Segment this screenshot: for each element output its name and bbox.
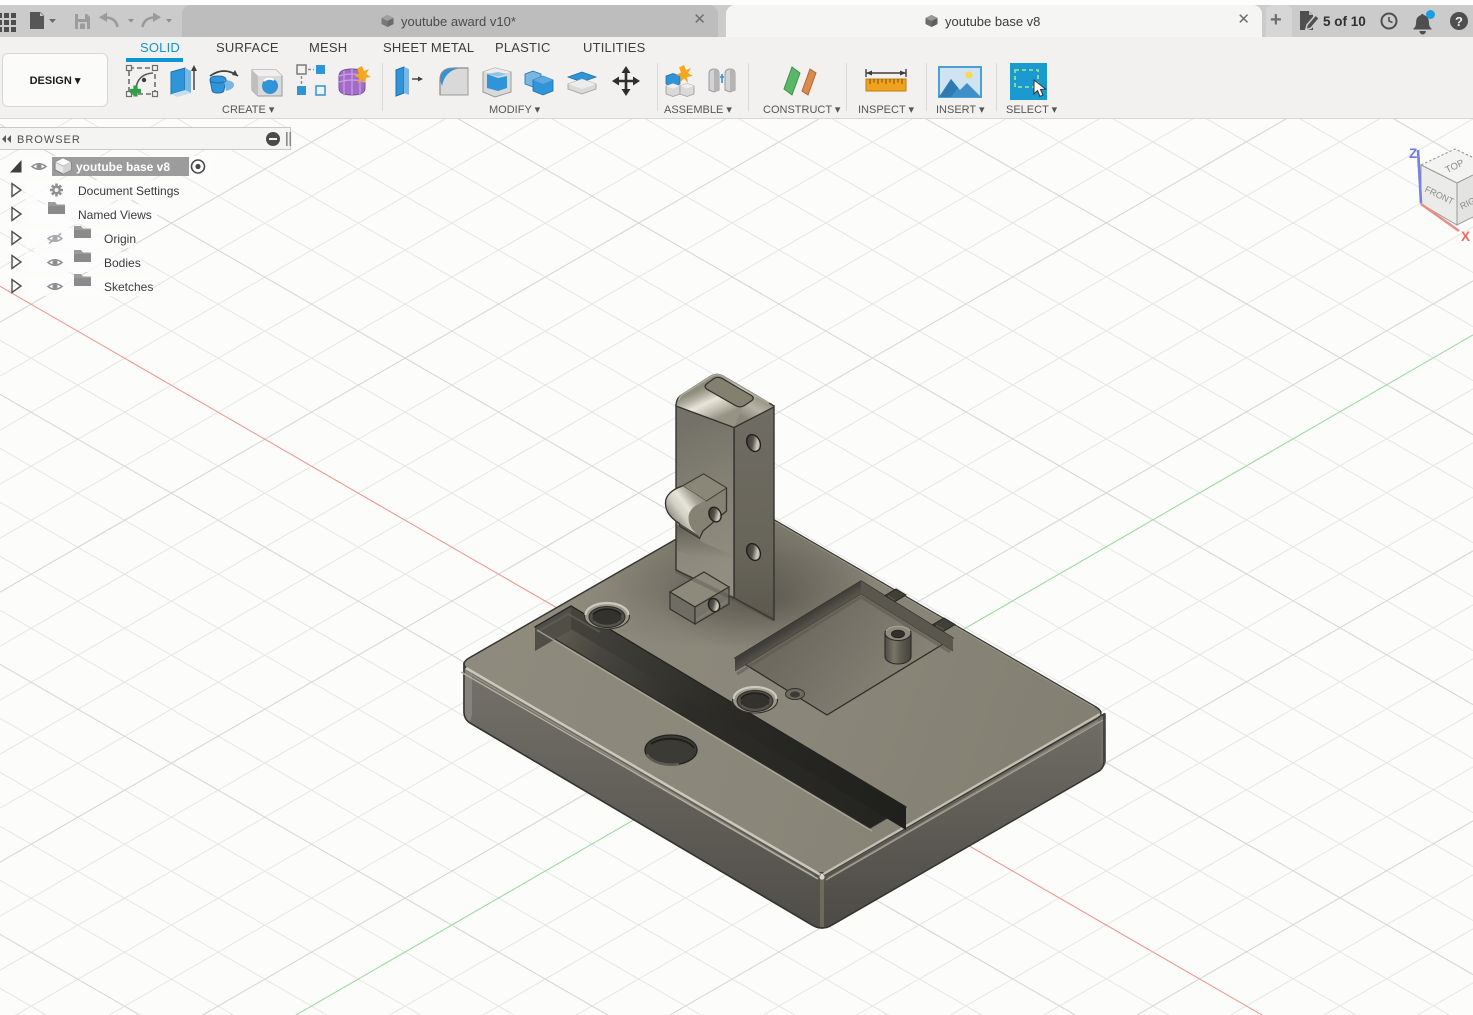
svg-text:X: X xyxy=(1461,229,1470,244)
svg-text:Z: Z xyxy=(1409,146,1417,161)
svg-text:BROWSER: BROWSER xyxy=(17,134,81,146)
svg-text:?: ? xyxy=(1455,14,1463,29)
svg-text:5 of 10: 5 of 10 xyxy=(1323,14,1366,29)
